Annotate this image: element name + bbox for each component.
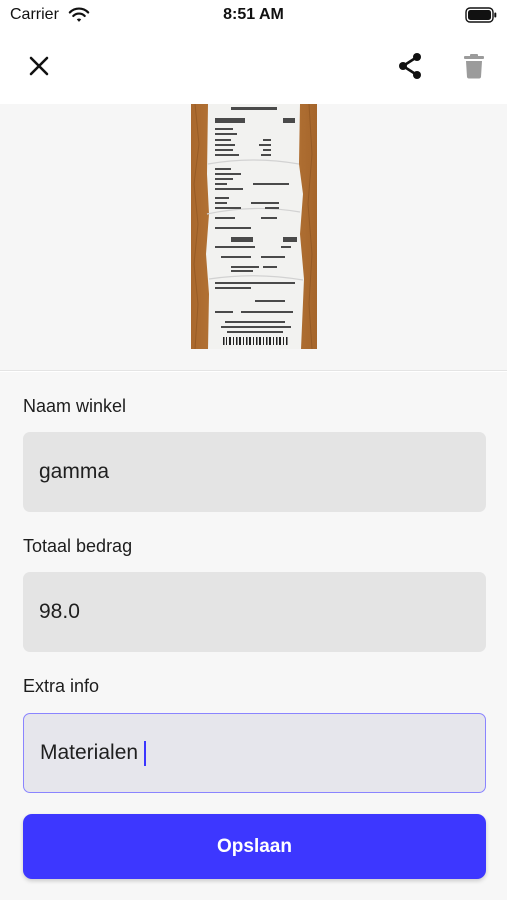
store-name-field[interactable] xyxy=(23,432,486,512)
store-name-label: Naam winkel xyxy=(23,396,127,416)
store-name-input[interactable] xyxy=(23,432,486,512)
app-bar xyxy=(0,32,507,104)
status-bar: Carrier 8:51 AM xyxy=(0,0,507,32)
extra-info-field[interactable] xyxy=(23,713,486,793)
share-button[interactable] xyxy=(388,44,432,88)
close-button[interactable] xyxy=(17,44,61,88)
save-button[interactable]: Opslaan xyxy=(23,814,486,879)
battery-icon xyxy=(465,7,497,23)
total-amount-input[interactable] xyxy=(23,572,486,652)
clock: 8:51 AM xyxy=(223,6,284,23)
trash-icon xyxy=(464,54,484,79)
text-caret xyxy=(144,741,146,766)
extra-info-input[interactable] xyxy=(24,714,485,792)
share-icon xyxy=(399,53,421,79)
receipt-image-area xyxy=(0,104,507,371)
close-icon xyxy=(29,56,49,76)
total-amount-field[interactable] xyxy=(23,572,486,652)
extra-info-label: Extra info xyxy=(23,676,100,696)
delete-button[interactable] xyxy=(452,44,496,88)
receipt-photo[interactable] xyxy=(191,104,317,349)
total-amount-label: Totaal bedrag xyxy=(23,536,133,556)
receipt-form: Naam winkel Totaal bedrag Extra info Ops… xyxy=(0,372,507,900)
